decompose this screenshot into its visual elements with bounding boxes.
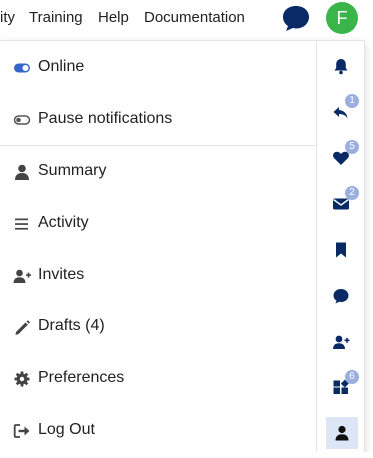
menu-item-summary-label: Summary — [38, 162, 107, 179]
user-plus-icon — [13, 269, 31, 283]
menu-item-activity-label: Activity — [38, 214, 89, 231]
pause-notifications[interactable]: Pause notifications — [0, 100, 316, 140]
toggle-on-icon — [14, 63, 30, 73]
user-icon — [15, 164, 29, 180]
status-online-label: Online — [38, 58, 85, 75]
other-notifications-badge: 6 — [345, 370, 359, 384]
profile-tab[interactable] — [326, 417, 358, 449]
messages-badge: 2 — [345, 186, 359, 200]
menu-item-logout[interactable]: Log Out — [0, 411, 316, 451]
user-plus-icon — [333, 335, 350, 349]
pause-notifications-label: Pause notifications — [38, 110, 173, 127]
user-icon — [335, 425, 349, 441]
replies-tab[interactable]: 1 — [327, 94, 359, 127]
likes-badge: 5 — [345, 140, 359, 154]
menu-item-preferences-label: Preferences — [38, 369, 125, 386]
gear-icon — [14, 371, 30, 387]
menu-item-invites-label: Invites — [38, 266, 85, 283]
user-avatar[interactable]: F — [326, 2, 358, 34]
menu-item-drafts[interactable]: Drafts (4) — [0, 307, 316, 347]
status-online[interactable]: Online — [0, 48, 316, 88]
nav-link-community[interactable]: ity — [0, 9, 15, 26]
page-content-peek — [0, 452, 373, 458]
user-menu-panel: Online Pause notifications Summary Activ… — [0, 40, 365, 455]
list-icon — [15, 218, 28, 230]
likes-tab[interactable]: 5 — [327, 140, 359, 173]
menu-item-invites[interactable]: Invites — [0, 256, 316, 296]
toggle-off-icon — [13, 115, 31, 125]
chat-tab[interactable] — [327, 281, 355, 311]
menu-divider — [0, 145, 316, 146]
top-header: ity Training Help Documentation F — [0, 0, 373, 40]
invites-tab[interactable] — [327, 327, 355, 357]
bell-icon — [334, 59, 348, 75]
replies-badge: 1 — [345, 94, 359, 108]
menu-item-activity[interactable]: Activity — [0, 204, 316, 244]
quick-access-column: 1 5 2 6 — [316, 41, 365, 455]
nav-link-training[interactable]: Training — [29, 9, 83, 26]
chat-icon[interactable] — [281, 4, 311, 32]
menu-item-summary[interactable]: Summary — [0, 152, 316, 192]
bookmarks-tab[interactable] — [327, 235, 355, 265]
nav-link-help[interactable]: Help — [98, 9, 129, 26]
nav-link-documentation[interactable]: Documentation — [144, 9, 245, 26]
notifications-tab[interactable] — [327, 51, 355, 81]
pencil-icon — [15, 320, 30, 335]
chat-bubble-icon — [333, 289, 349, 304]
other-notifications-tab[interactable]: 6 — [327, 370, 359, 403]
menu-item-drafts-label: Drafts (4) — [38, 317, 105, 334]
bookmark-icon — [336, 242, 346, 258]
user-menu-list: Online Pause notifications Summary Activ… — [0, 41, 316, 455]
menu-item-preferences[interactable]: Preferences — [0, 359, 316, 399]
logout-icon — [13, 424, 30, 438]
menu-item-logout-label: Log Out — [38, 421, 95, 438]
messages-tab[interactable]: 2 — [327, 186, 359, 219]
